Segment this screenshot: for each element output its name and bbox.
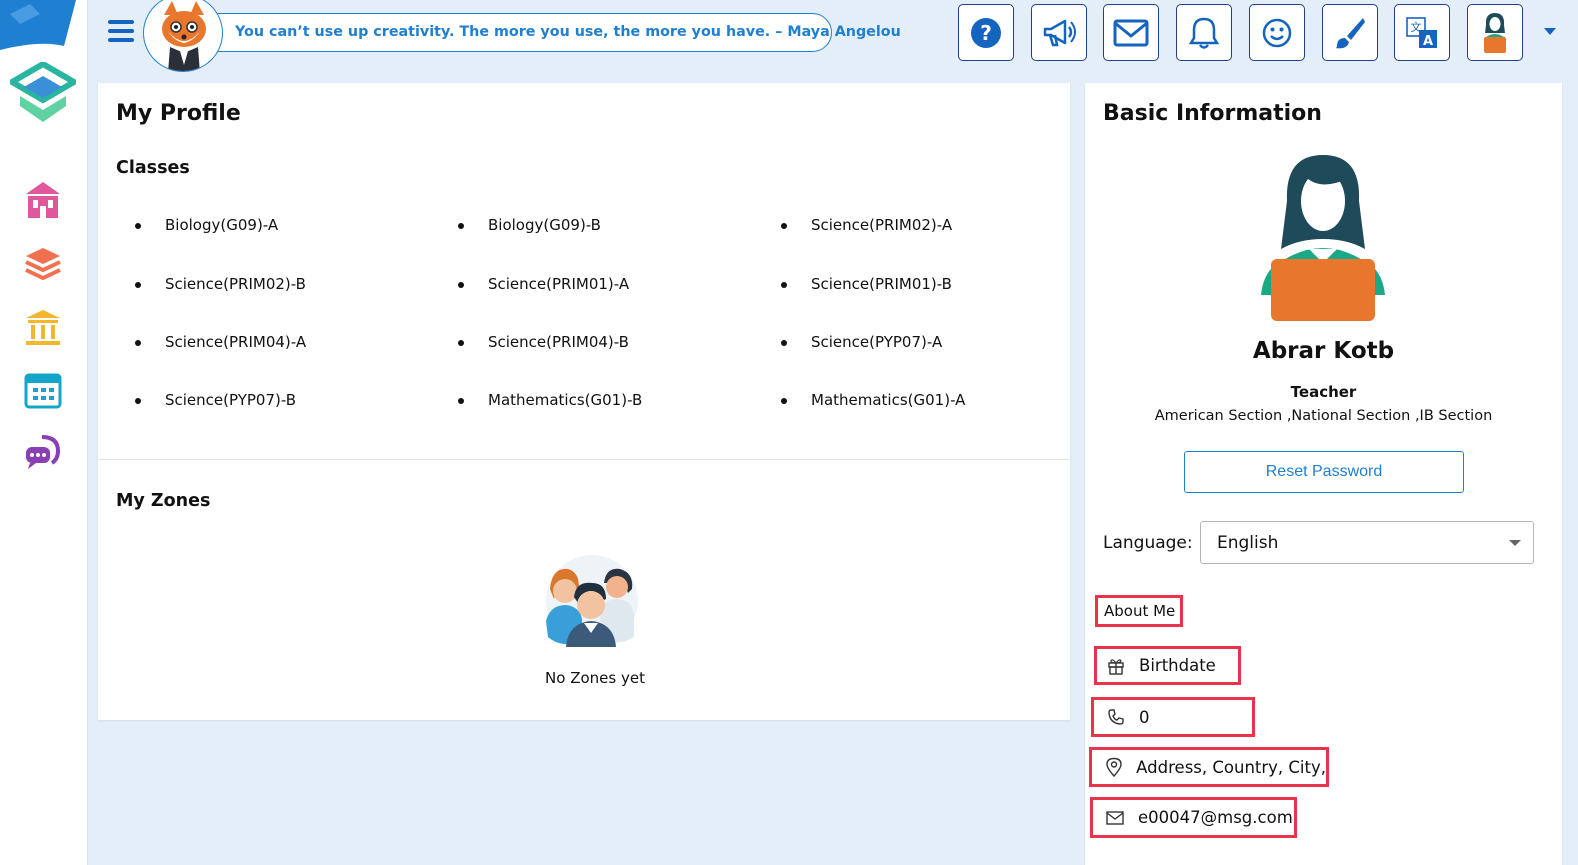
page-title: My Profile bbox=[116, 101, 241, 126]
institution-icon bbox=[26, 310, 60, 345]
profile-card: My Profile Classes Biology(G09)-A Biolog… bbox=[98, 83, 1070, 720]
sidebar-item-calendar[interactable] bbox=[22, 370, 64, 410]
class-item[interactable]: Mathematics(G01)-B bbox=[488, 391, 642, 409]
announcements-button[interactable] bbox=[1031, 4, 1087, 61]
mascot-fox-avatar bbox=[143, 0, 223, 72]
phone-field[interactable]: 0 bbox=[1091, 697, 1255, 737]
brand-corner-decoration bbox=[0, 0, 76, 50]
svg-text:文: 文 bbox=[1411, 20, 1422, 34]
people-group-illustration bbox=[546, 555, 638, 647]
mood-button[interactable] bbox=[1249, 4, 1305, 61]
birthdate-field[interactable]: Birthdate bbox=[1094, 646, 1241, 685]
translate-icon: 文 A bbox=[1406, 16, 1437, 49]
sidebar-item-chat[interactable] bbox=[22, 432, 64, 472]
sidebar bbox=[0, 0, 88, 865]
translate-button[interactable]: 文 A bbox=[1394, 4, 1450, 61]
svg-text:A: A bbox=[1423, 34, 1433, 49]
class-item[interactable]: Science(PRIM01)-B bbox=[811, 275, 952, 293]
phone-icon bbox=[1105, 706, 1127, 728]
theme-button[interactable] bbox=[1322, 4, 1378, 61]
address-text: Address, Country, City, bbox=[1136, 757, 1326, 777]
sidebar-item-school[interactable] bbox=[22, 180, 64, 220]
select-caret-icon bbox=[1509, 540, 1521, 546]
classes-title: Classes bbox=[116, 158, 190, 178]
basic-info-card: Basic Information Abrar Kotb Teacher Ame… bbox=[1085, 83, 1562, 865]
svg-text:?: ? bbox=[980, 21, 992, 45]
class-item[interactable]: Mathematics(G01)-A bbox=[811, 391, 965, 409]
class-item[interactable]: Science(PYP07)-B bbox=[165, 391, 296, 409]
class-item[interactable]: Science(PYP07)-A bbox=[811, 333, 942, 351]
no-zones-text: No Zones yet bbox=[545, 669, 645, 687]
user-avatar-icon bbox=[1484, 12, 1506, 53]
school-icon bbox=[26, 182, 60, 218]
mail-icon bbox=[1113, 19, 1149, 46]
bell-icon bbox=[1189, 17, 1219, 49]
quote-text: You can’t use up creativity. The more yo… bbox=[235, 24, 901, 40]
class-item[interactable]: Biology(G09)-B bbox=[488, 216, 601, 234]
class-item[interactable]: Science(PRIM02)-A bbox=[811, 216, 952, 234]
app-logo[interactable] bbox=[10, 62, 76, 124]
class-item[interactable]: Science(PRIM02)-B bbox=[165, 275, 306, 293]
reset-password-button[interactable]: Reset Password bbox=[1184, 451, 1464, 493]
language-select[interactable]: English bbox=[1200, 521, 1534, 564]
class-item[interactable]: Science(PRIM04)-B bbox=[488, 333, 629, 351]
help-button[interactable]: ? bbox=[958, 4, 1014, 61]
profile-dropdown-caret-icon[interactable] bbox=[1544, 28, 1556, 35]
language-label: Language: bbox=[1103, 533, 1193, 553]
sidebar-item-institution[interactable] bbox=[22, 307, 64, 347]
class-item[interactable]: Science(PRIM04)-A bbox=[165, 333, 306, 351]
about-me-label: About Me bbox=[1104, 602, 1176, 620]
birthdate-text: Birthdate bbox=[1139, 656, 1216, 675]
help-icon: ? bbox=[971, 17, 1001, 48]
user-role: Teacher bbox=[1290, 383, 1357, 401]
class-item[interactable]: Science(PRIM01)-A bbox=[488, 275, 629, 293]
menu-toggle-button[interactable] bbox=[108, 20, 134, 44]
zones-title: My Zones bbox=[116, 491, 211, 511]
user-sections: American Section ,National Section ,IB S… bbox=[1154, 408, 1493, 424]
user-name: Abrar Kotb bbox=[1252, 338, 1395, 364]
notifications-button[interactable] bbox=[1176, 4, 1232, 61]
email-text: e00047@msg.com bbox=[1138, 808, 1293, 827]
section-divider bbox=[98, 459, 1070, 460]
address-field[interactable]: Address, Country, City, bbox=[1089, 747, 1329, 787]
announcement-icon bbox=[1043, 19, 1076, 46]
teacher-avatar bbox=[1261, 155, 1385, 321]
brush-icon bbox=[1335, 17, 1365, 48]
envelope-icon bbox=[1104, 807, 1126, 829]
basic-info-title: Basic Information bbox=[1103, 101, 1322, 126]
sidebar-item-books[interactable] bbox=[22, 244, 64, 284]
chat-icon bbox=[26, 435, 61, 469]
profile-menu-button[interactable] bbox=[1467, 4, 1523, 61]
gift-icon bbox=[1105, 655, 1127, 677]
about-me-box[interactable]: About Me bbox=[1095, 595, 1183, 627]
smiley-icon bbox=[1262, 18, 1292, 47]
phone-text: 0 bbox=[1139, 707, 1150, 727]
language-value: English bbox=[1217, 533, 1279, 553]
calendar-icon bbox=[24, 373, 62, 409]
email-field[interactable]: e00047@msg.com bbox=[1090, 797, 1297, 838]
location-pin-icon bbox=[1104, 756, 1124, 778]
messages-button[interactable] bbox=[1103, 4, 1159, 61]
books-icon bbox=[25, 248, 61, 281]
class-item[interactable]: Biology(G09)-A bbox=[165, 216, 278, 234]
quote-banner: You can’t use up creativity. The more yo… bbox=[190, 13, 901, 52]
